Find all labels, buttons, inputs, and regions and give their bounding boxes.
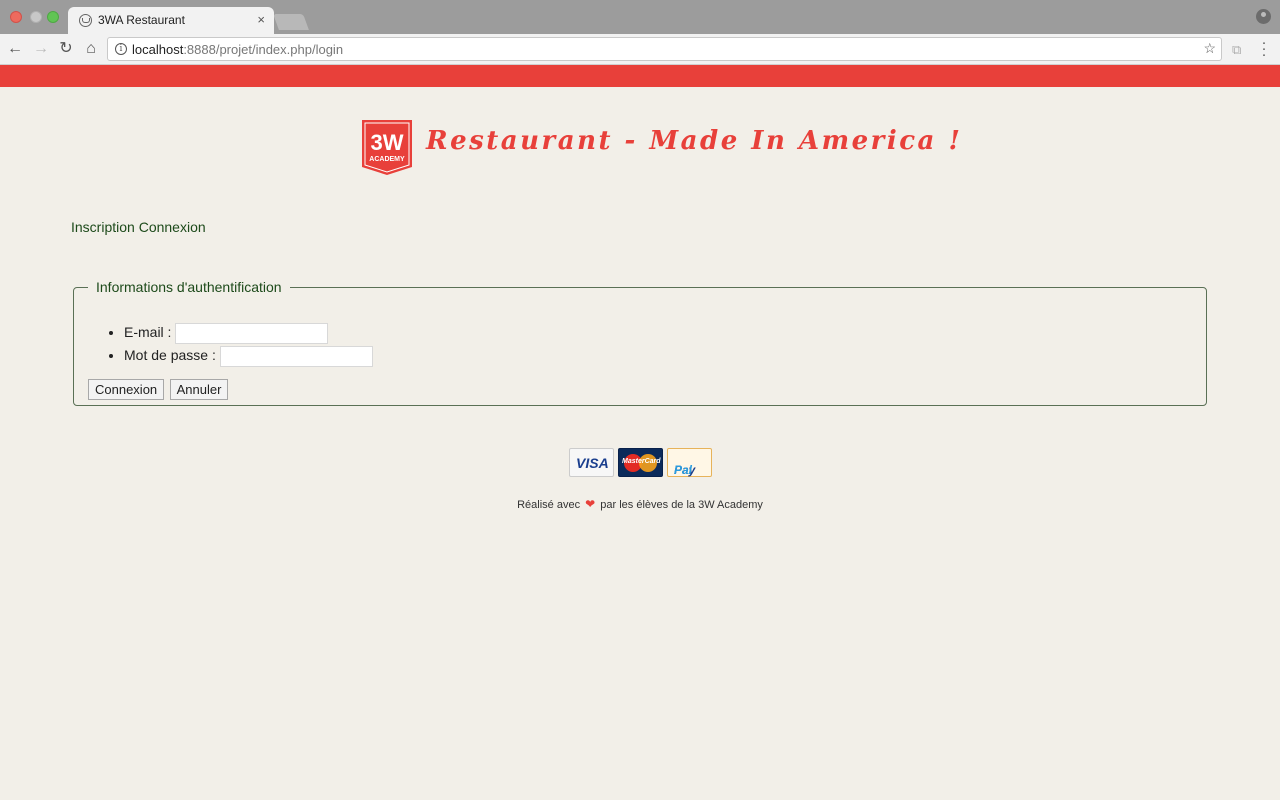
- email-field[interactable]: [175, 322, 329, 344]
- window-minimize-button[interactable]: [30, 11, 42, 23]
- window-maximize-button[interactable]: [47, 11, 59, 23]
- browser-toolbar: ← → ↻ ⌂ i localhost:8888/projet/index.ph…: [0, 34, 1280, 65]
- password-label: Mot de passe :: [124, 347, 216, 363]
- footer-credits: Réalisé avec ❤ par les élèves de la 3W A…: [0, 497, 1280, 511]
- main-nav: Inscription Connexion: [71, 219, 206, 235]
- forward-arrow-icon[interactable]: →: [31, 39, 51, 59]
- info-icon[interactable]: i: [115, 43, 127, 55]
- heart-icon: ❤: [585, 497, 596, 511]
- list-item: E-mail :: [124, 321, 373, 344]
- favicon-icon: [79, 14, 92, 27]
- svg-text:ACADEMY: ACADEMY: [369, 156, 405, 163]
- login-legend: Informations d'authentification: [96, 279, 282, 295]
- menu-dots-icon[interactable]: · · ·: [1258, 35, 1270, 62]
- form-buttons: Connexion Annuler: [88, 379, 229, 400]
- top-accent-bar: [0, 65, 1280, 87]
- visa-logo: VISA: [569, 448, 614, 477]
- footer-text-after: par les élèves de la 3W Academy: [600, 499, 763, 511]
- nav-link-login[interactable]: Connexion: [139, 219, 206, 235]
- tab-close-icon[interactable]: ×: [257, 12, 265, 27]
- nav-link-register[interactable]: Inscription: [71, 219, 135, 235]
- svg-text:3W: 3W: [371, 130, 404, 155]
- back-arrow-icon[interactable]: ←: [5, 39, 25, 59]
- reload-icon[interactable]: ↻: [56, 39, 76, 59]
- mastercard-logo: MasterCard: [618, 448, 663, 477]
- window-close-button[interactable]: [10, 11, 22, 23]
- list-item: Mot de passe :: [124, 344, 373, 367]
- email-label: E-mail :: [124, 324, 172, 340]
- address-bar[interactable]: i localhost:8888/projet/index.php/login …: [107, 37, 1222, 61]
- extension-icon[interactable]: ⧉: [1232, 42, 1246, 57]
- home-icon[interactable]: ⌂: [81, 39, 101, 59]
- profile-icon[interactable]: [1256, 9, 1271, 24]
- cancel-button[interactable]: Annuler: [169, 379, 229, 400]
- password-field[interactable]: [219, 345, 373, 367]
- login-fieldset: Informations d'authentification E-mail :…: [73, 279, 1207, 406]
- tab-title: 3WA Restaurant: [98, 13, 185, 27]
- url-text: localhost:8888/projet/index.php/login: [132, 42, 344, 57]
- site-title: Restaurant - Made In America !: [426, 126, 963, 156]
- academy-logo: 3W ACADEMY: [362, 120, 412, 175]
- login-submit-button[interactable]: Connexion: [88, 379, 165, 400]
- footer-text-before: Réalisé avec: [517, 499, 581, 511]
- login-field-list: E-mail : Mot de passe :: [124, 321, 373, 367]
- browser-tab-bar: 3WA Restaurant ×: [0, 0, 1280, 34]
- bookmark-star-icon[interactable]: ☆: [1203, 40, 1216, 57]
- browser-tab[interactable]: 3WA Restaurant ×: [68, 7, 274, 34]
- new-tab-button[interactable]: [273, 14, 309, 30]
- page-content: 3W ACADEMY Restaurant - Made In America …: [0, 87, 1280, 800]
- paypal-logo: Pay Pal: [667, 448, 712, 477]
